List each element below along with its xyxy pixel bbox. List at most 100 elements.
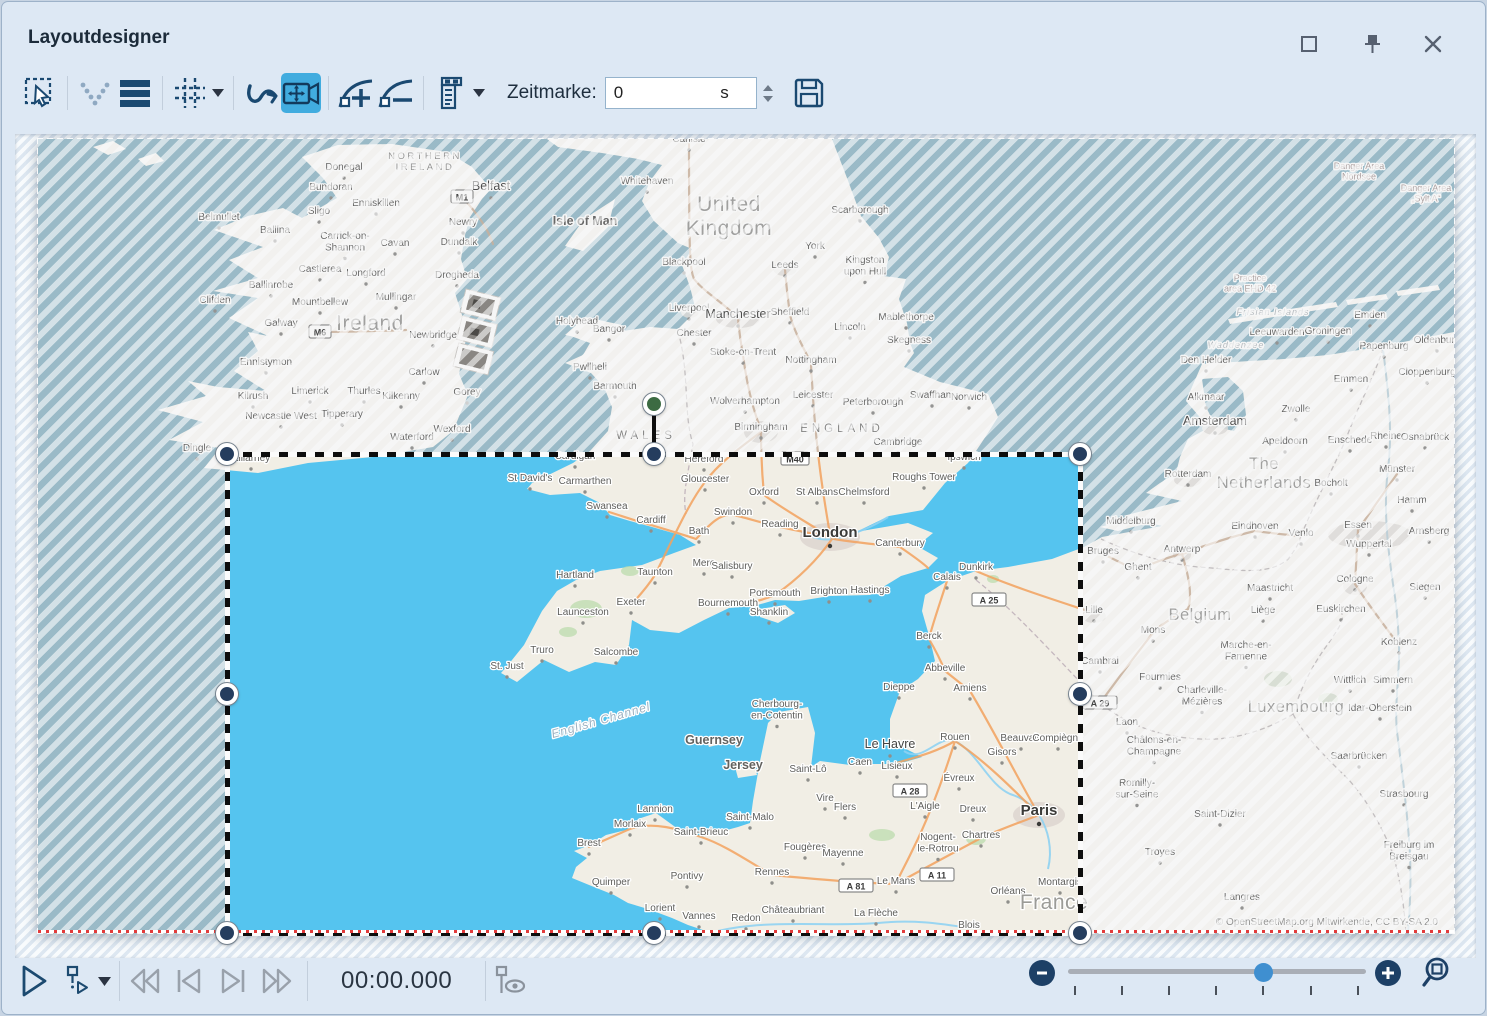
- plus-icon: [1381, 966, 1395, 980]
- fast-forward-icon: [260, 967, 294, 995]
- svg-text:A 25: A 25: [980, 596, 999, 606]
- pin-panel-button[interactable]: [1360, 32, 1384, 56]
- panel-title: Layoutdesigner: [28, 27, 169, 49]
- map-label: Brest: [577, 838, 601, 849]
- map-label: St Albans: [796, 487, 838, 498]
- play-options-dropdown[interactable]: [96, 961, 112, 1001]
- map-label: Lannion: [637, 804, 673, 815]
- map-label: Brighton: [810, 586, 847, 597]
- selection-handle-mid-right[interactable]: [1069, 683, 1091, 705]
- map-label: Quimper: [592, 877, 631, 888]
- map-label: Vire: [816, 793, 834, 804]
- fast-forward-button[interactable]: [259, 963, 295, 999]
- map-label: Roughs Tower: [892, 472, 956, 483]
- slider-tick: [1215, 986, 1217, 995]
- remove-path-point-button[interactable]: [376, 73, 416, 113]
- skip-to-end-button[interactable]: [215, 963, 251, 999]
- selection-handle-top-center[interactable]: [643, 443, 665, 465]
- svg-text:M40: M40: [786, 455, 804, 465]
- zeitmarke-unit: s: [720, 83, 729, 103]
- selection-handle-mid-left[interactable]: [216, 683, 238, 705]
- grid-button[interactable]: [170, 73, 210, 113]
- selection-handle-bottom-center[interactable]: [643, 922, 665, 944]
- map-preview[interactable]: NORTHERNIRELANDDonegalBundoranEnniskille…: [38, 139, 1454, 933]
- layout-canvas[interactable]: NORTHERNIRELANDDonegalBundoranEnniskille…: [15, 134, 1476, 958]
- map-bottom-boundary: [38, 930, 1454, 933]
- grid-dropdown-button[interactable]: [210, 73, 226, 113]
- toolbar-separator: [162, 76, 163, 110]
- current-time-display: 00:00.000: [341, 967, 452, 995]
- map-label: Montargis: [1038, 877, 1082, 888]
- slider-tick: [1310, 986, 1312, 995]
- zeitmarke-input[interactable]: [605, 77, 757, 109]
- map-label: Le Havre: [865, 737, 916, 751]
- restore-window-button[interactable]: [1297, 32, 1321, 56]
- map-label: Cherbourg-: [752, 699, 803, 710]
- map-label: Vannes: [682, 911, 715, 922]
- map-label: Calais: [933, 572, 961, 583]
- skip-to-start-button[interactable]: [171, 963, 207, 999]
- play-from-timemark-button[interactable]: [60, 963, 96, 999]
- layer-list-button[interactable]: [115, 73, 155, 113]
- map-label: Shanklin: [750, 607, 788, 618]
- selection-handle-top-right[interactable]: [1069, 443, 1091, 465]
- map-label: Saint-Brieuc: [674, 827, 728, 838]
- map-label: Gloucester: [681, 474, 730, 485]
- map-label: Dreux: [960, 804, 987, 815]
- show-timemark-preview-button[interactable]: [493, 963, 529, 999]
- play-button[interactable]: [16, 963, 52, 999]
- toolbar-separator: [233, 76, 234, 110]
- stepper-up-icon[interactable]: [763, 85, 773, 91]
- map-label: Truro: [530, 645, 554, 656]
- storyboard-dropdown-button[interactable]: [471, 73, 487, 113]
- storyboard-button[interactable]: [431, 73, 471, 113]
- playback-separator: [307, 961, 308, 1001]
- zoom-in-button[interactable]: [1375, 960, 1401, 986]
- restore-icon: [1299, 34, 1319, 54]
- zoom-fit-button[interactable]: [1419, 954, 1459, 994]
- zoom-out-button[interactable]: [1029, 960, 1055, 986]
- camera-pan-icon: [282, 77, 320, 109]
- zeitmarke-stepper[interactable]: [757, 77, 779, 109]
- add-path-point-button[interactable]: [336, 73, 376, 113]
- map-label: Hartland: [556, 570, 594, 581]
- map-label: La Flèche: [854, 908, 898, 919]
- add-path-point-icon: [336, 75, 376, 111]
- selection-handle-top-left[interactable]: [216, 443, 238, 465]
- motion-path-icon: [243, 76, 279, 110]
- selection-handle-bottom-right[interactable]: [1069, 922, 1091, 944]
- storyboard-icon: [434, 75, 468, 111]
- map-label: Exeter: [617, 597, 647, 608]
- rewind-button[interactable]: [127, 963, 163, 999]
- map-label: Gisors: [988, 747, 1017, 758]
- save-button[interactable]: [789, 73, 829, 113]
- selection-handle-bottom-left[interactable]: [216, 922, 238, 944]
- map-label: Salcombe: [594, 647, 639, 658]
- map-label: le-Rotrou: [917, 844, 958, 855]
- map-label: Lorient: [645, 903, 676, 914]
- map-label: Abbeville: [925, 663, 966, 674]
- camera-pan-button[interactable]: [281, 73, 321, 113]
- map-label: Launceston: [557, 607, 609, 618]
- map-label: Swindon: [714, 507, 752, 518]
- select-tool-button[interactable]: [20, 73, 60, 113]
- motion-path-button[interactable]: [241, 73, 281, 113]
- skip-to-end-icon: [218, 967, 248, 995]
- map-label: Swansea: [586, 501, 628, 512]
- playback-bar: 00:00.000: [16, 957, 529, 1005]
- toolbar-separator: [67, 76, 68, 110]
- map-label: Canterbury: [875, 538, 924, 549]
- map-label: Bath: [689, 526, 710, 537]
- zoom-slider-thumb[interactable]: [1254, 963, 1273, 982]
- select-tool-icon: [23, 76, 57, 110]
- map-label: Morlaix: [614, 819, 646, 830]
- stepper-down-icon[interactable]: [763, 96, 773, 102]
- map-label: Compiègne: [1032, 733, 1084, 744]
- zeitmarke-field-wrap: s: [605, 77, 757, 109]
- zoom-slider-track[interactable]: [1068, 969, 1366, 974]
- map-label: Hereford: [685, 454, 724, 465]
- close-panel-button[interactable]: [1421, 32, 1445, 56]
- chevron-down-icon: [98, 977, 111, 986]
- curve-points-button[interactable]: [75, 73, 115, 113]
- rotation-handle[interactable]: [643, 393, 665, 415]
